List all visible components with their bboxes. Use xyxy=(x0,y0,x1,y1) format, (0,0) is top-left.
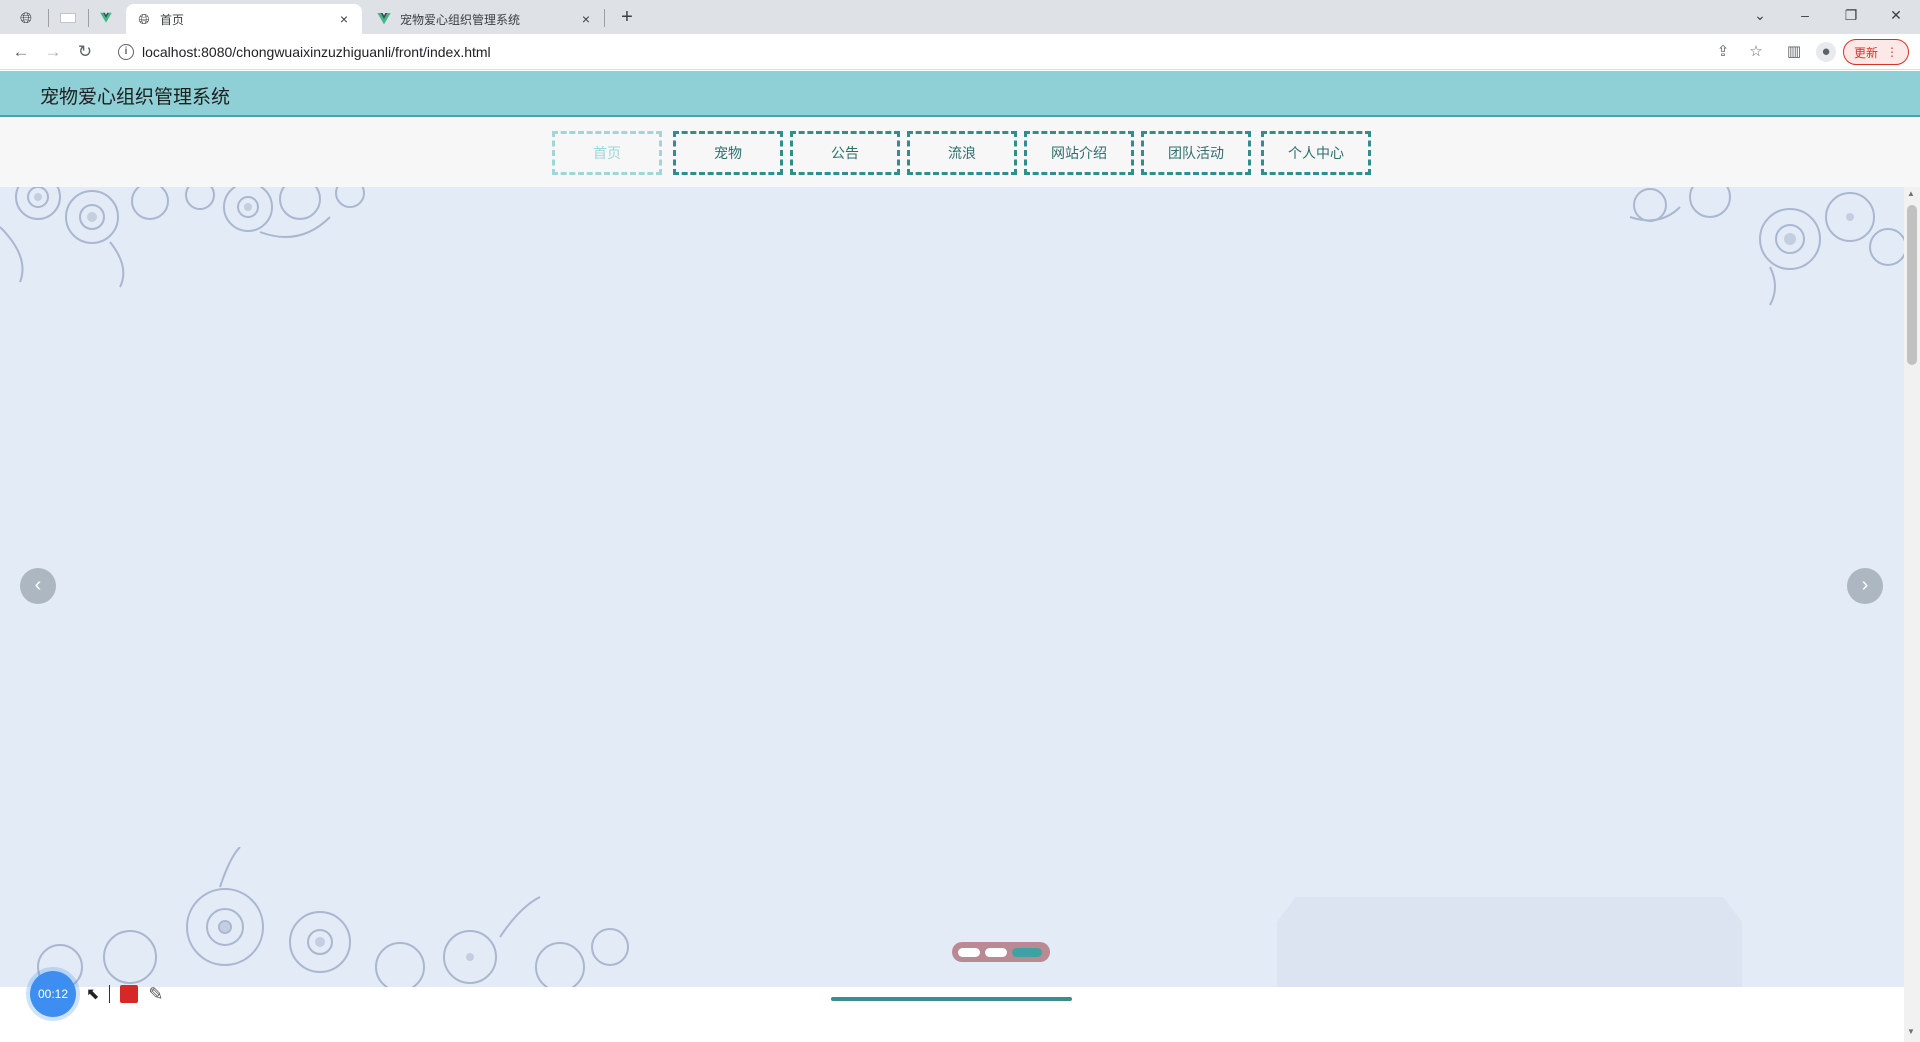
carousel-prev-button[interactable]: ‹ xyxy=(20,568,56,604)
carousel-dot[interactable] xyxy=(985,947,1007,957)
restore-button[interactable]: ❐ xyxy=(1831,3,1871,27)
nav-strays[interactable]: 流浪 xyxy=(907,131,1017,175)
blank-page-icon xyxy=(60,13,76,23)
stop-recording-button[interactable] xyxy=(120,985,139,1003)
nav-announcements[interactable]: 公告 xyxy=(790,131,900,175)
section-strip xyxy=(0,987,1904,1042)
pinned-tab-blank[interactable] xyxy=(50,5,86,31)
lace-decoration-bottom-left xyxy=(37,847,629,987)
bookmark-star-icon[interactable]: ☆ xyxy=(1746,42,1766,62)
tab-divider xyxy=(604,9,605,27)
tab-title: 首页 xyxy=(160,12,185,27)
address-bar[interactable]: i localhost:8080/chongwuaixinzuzhiguanli… xyxy=(110,38,1750,66)
screen-recorder-toolbar: 00:12 ⬉ ✎ xyxy=(30,971,164,1017)
back-arrow-icon[interactable]: ← xyxy=(9,40,33,64)
nav-site-intro[interactable]: 网站介绍 xyxy=(1024,131,1134,175)
more-menu-icon: ⋮ xyxy=(1886,45,1898,59)
page-scrollbar[interactable]: ▲ ▼ xyxy=(1904,187,1920,1042)
carousel-dot-active[interactable] xyxy=(1012,947,1042,957)
lace-decoration-top-right xyxy=(1629,187,1904,306)
pen-icon[interactable]: ✎ xyxy=(148,984,163,1005)
tab-title: 宠物爱心组织管理系统 xyxy=(400,12,521,27)
address-url[interactable]: localhost:8080/chongwuaixinzuzhiguanli/f… xyxy=(142,44,491,60)
carousel-banner: ‹ › xyxy=(0,187,1904,987)
scroll-up-arrow-icon[interactable]: ▲ xyxy=(1907,189,1915,198)
share-icon[interactable]: ⇪ xyxy=(1713,42,1733,62)
recording-timer[interactable]: 00:12 xyxy=(30,971,76,1017)
vue-logo-icon xyxy=(377,13,391,25)
new-tab-button[interactable]: + xyxy=(614,6,640,29)
site-info-icon[interactable]: i xyxy=(118,44,134,60)
main-nav: 首页 宠物 公告 流浪 网站介绍 团队活动 个人中心 xyxy=(0,119,1920,187)
recorder-divider xyxy=(109,985,111,1003)
pinned-tab-vue[interactable] xyxy=(88,5,124,31)
window-close-button[interactable]: ✕ xyxy=(1876,3,1916,27)
section-underline xyxy=(831,997,1072,1001)
pinned-tab-globe[interactable]: 🌐︎ xyxy=(8,5,44,31)
update-button[interactable]: 更新 ⋮ xyxy=(1843,39,1909,65)
banner-ghost-panel xyxy=(1277,897,1742,987)
tab-system[interactable]: 宠物爱心组织管理系统 × xyxy=(366,4,604,34)
nav-pets[interactable]: 宠物 xyxy=(673,131,783,175)
mouse-cursor-icon: ⬉ xyxy=(86,986,100,1003)
globe-icon: 🌐︎ xyxy=(138,10,150,27)
tab-close-icon[interactable]: × xyxy=(578,11,594,27)
carousel-indicators xyxy=(952,942,1050,962)
browser-tab-strip: 🌐︎ 🌐︎ 首页 × 宠物爱心组织管理系统 × + ⌄ – ❐ ✕ xyxy=(0,0,1920,34)
tab-divider xyxy=(48,9,49,27)
globe-icon: 🌐︎ xyxy=(19,9,32,27)
scroll-down-arrow-icon[interactable]: ▼ xyxy=(1907,1027,1915,1036)
tab-search-chevron-icon[interactable]: ⌄ xyxy=(1740,3,1780,27)
nav-home[interactable]: 首页 xyxy=(552,131,662,175)
forward-arrow-icon[interactable]: → xyxy=(41,40,65,64)
site-header: 宠物爱心组织管理系统 xyxy=(0,71,1920,117)
profile-avatar-icon[interactable]: ● xyxy=(1816,42,1836,62)
browser-toolbar: ← → ↻ i localhost:8080/chongwuaixinzuzhi… xyxy=(0,34,1920,70)
carousel-dot[interactable] xyxy=(958,947,980,957)
nav-personal-center[interactable]: 个人中心 xyxy=(1261,131,1371,175)
tab-home[interactable]: 🌐︎ 首页 × xyxy=(126,4,362,34)
lace-decoration-top-left xyxy=(0,187,365,288)
carousel-next-button[interactable]: › xyxy=(1847,568,1883,604)
nav-team-activities[interactable]: 团队活动 xyxy=(1141,131,1251,175)
minimize-button[interactable]: – xyxy=(1785,3,1825,27)
update-label: 更新 xyxy=(1853,45,1878,60)
vue-logo-icon xyxy=(100,12,112,23)
web-page: 宠物爱心组织管理系统 首页 宠物 公告 流浪 网站介绍 团队活动 个人中心 ‹ … xyxy=(0,71,1920,1042)
reload-icon[interactable]: ↻ xyxy=(73,40,97,64)
tab-close-icon[interactable]: × xyxy=(336,11,352,27)
site-title: 宠物爱心组织管理系统 xyxy=(40,87,231,108)
side-panel-icon[interactable]: ▥ xyxy=(1784,42,1804,62)
scrollbar-thumb[interactable] xyxy=(1907,205,1917,365)
